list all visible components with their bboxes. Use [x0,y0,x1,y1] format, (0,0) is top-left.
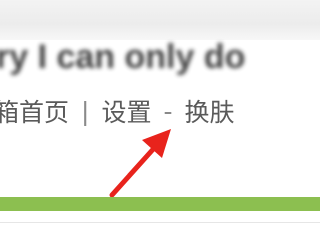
divider-line [0,222,320,223]
accent-bar [0,197,320,211]
